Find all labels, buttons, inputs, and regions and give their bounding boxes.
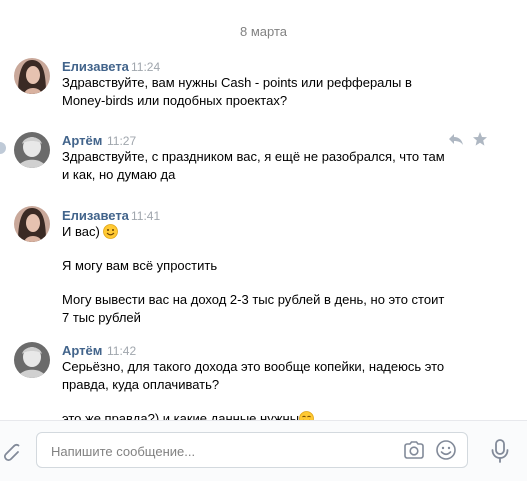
author-name[interactable]: Артём [62,133,102,148]
message: Елизавета 11:41 И вас) Я могу вам всё уп… [0,204,527,328]
author-name[interactable]: Артём [62,343,102,358]
message-line: Здравствуйте, с праздником вас, я ещё не… [62,149,445,164]
avatar[interactable] [14,58,50,94]
date-separator: 8 марта [240,24,287,39]
emoji-picker-icon[interactable] [435,439,457,461]
message-line: это же правда?) и какие данные нужны [62,410,462,420]
message-text: Здравствуйте, с праздником вас, я ещё не… [62,148,462,184]
message-line: Серьёзно, для такого дохода это вообще к… [62,359,445,374]
message-line: И вас) [62,223,462,241]
message-input[interactable] [49,441,393,461]
star-icon[interactable] [472,131,488,147]
message: Артём 11:27 Здравствуйте, с праздником в… [0,130,527,190]
message-line: Здравствуйте, вам нужны Cash - points ил… [62,75,412,90]
message-line-text: это же правда?) и какие данные нужны [62,411,300,420]
avatar[interactable] [14,206,50,242]
message-time[interactable]: 11:41 [131,209,160,223]
message-text: И вас) Я могу вам всё упростить Могу выв… [62,223,462,327]
message-composer [0,420,527,481]
message-line: Money-birds или подобных проектах? [62,93,288,108]
avatar[interactable] [14,132,50,168]
message-line: Могу вывести вас на доход 2-3 тыс рублей… [62,292,445,307]
author-name[interactable]: Елизавета [62,208,129,223]
message-text: Здравствуйте, вам нужны Cash - points ил… [62,74,462,110]
smile-emoji-icon [299,411,314,420]
message-time[interactable]: 11:27 [107,134,136,148]
message: Елизавета 11:24 Здравствуйте, вам нужны … [0,56,527,116]
message-line: 7 тыс рублей [62,310,141,325]
avatar[interactable] [14,342,50,378]
paperclip-icon[interactable] [0,440,20,462]
microphone-icon[interactable] [490,438,510,464]
author-name[interactable]: Елизавета [62,59,129,74]
message-input-box[interactable] [36,432,468,468]
smile-emoji-icon [103,224,119,239]
reply-icon[interactable] [448,132,464,146]
message-time[interactable]: 11:42 [107,344,136,358]
unread-indicator [0,142,6,154]
message-time[interactable]: 11:24 [131,60,160,74]
message-line: Я могу вам всё упростить [62,258,218,273]
camera-icon[interactable] [403,440,425,460]
message-text: Серьёзно, для такого дохода это вообще к… [62,358,462,420]
message-line-text: И вас) [62,224,100,239]
message-line: правда, куда оплачивать? [62,377,220,392]
message: Артём 11:42 Серьёзно, для такого дохода … [0,338,527,420]
message-line: и как, но думаю да [62,167,176,182]
